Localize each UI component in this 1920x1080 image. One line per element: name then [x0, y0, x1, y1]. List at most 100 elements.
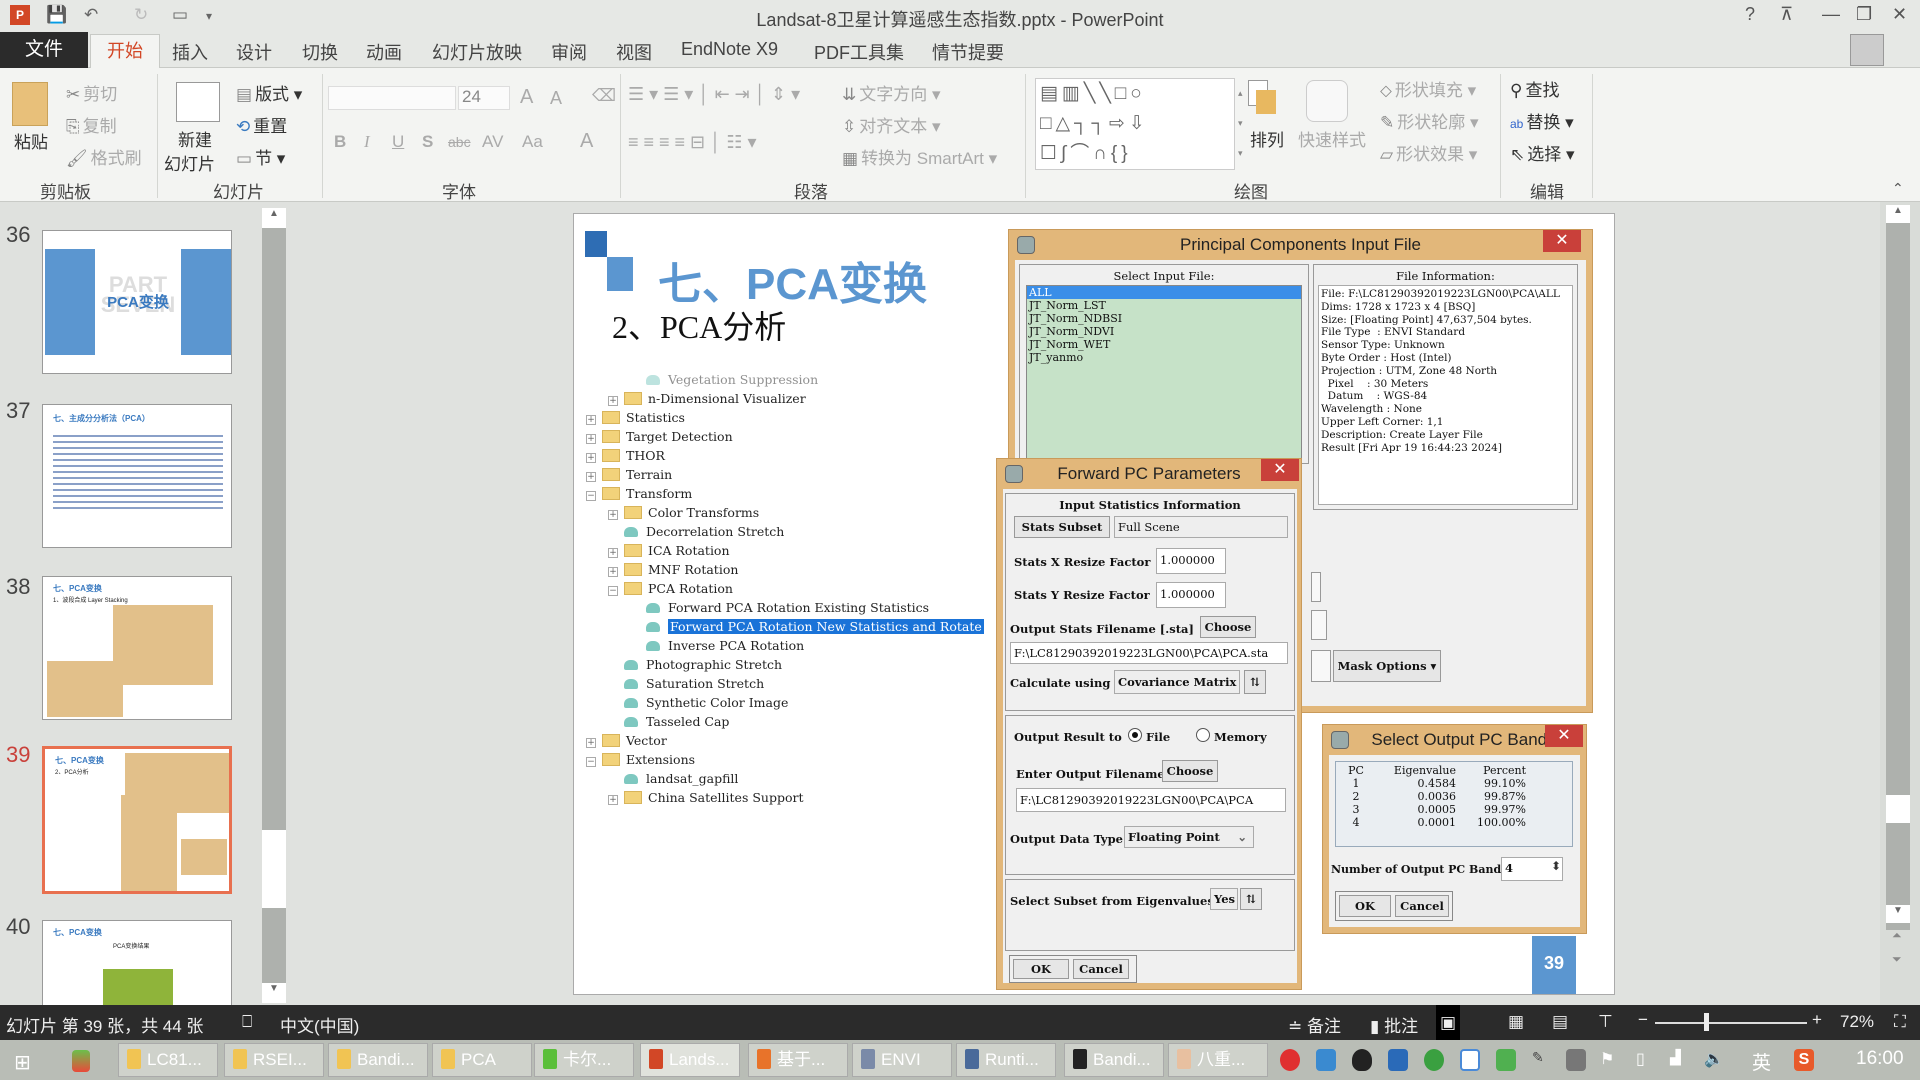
expand-icon[interactable]: + — [608, 548, 618, 558]
security-shield-icon[interactable] — [1496, 1049, 1516, 1071]
clock[interactable]: 16:00 — [1856, 1048, 1904, 1070]
input-file-item[interactable]: JT_Norm_NDVI — [1027, 325, 1301, 338]
tree-item[interactable]: Synthetic Color Image — [608, 695, 788, 710]
scrollbar-thumb[interactable] — [1886, 795, 1910, 823]
reading-view-icon[interactable]: ▤ — [1552, 1012, 1568, 1032]
intel-tray-icon[interactable] — [1316, 1049, 1336, 1071]
close-button[interactable]: ✕ — [1545, 725, 1583, 747]
scrollbar-thumb[interactable] — [262, 830, 286, 908]
notes-button[interactable]: ≐ 备注 — [1288, 1012, 1341, 1037]
change-case-button[interactable]: Aa — [522, 132, 543, 152]
cloud-drive-tray-icon[interactable] — [1460, 1049, 1480, 1071]
tab-design[interactable]: 设计 — [236, 39, 272, 65]
tree-item[interactable]: Photographic Stretch — [608, 657, 782, 672]
tree-item[interactable]: + China Satellites Support — [608, 790, 803, 805]
quick-styles-button[interactable]: 快速样式 — [1298, 126, 1366, 151]
scroll-up-icon[interactable]: ▲ — [262, 208, 286, 228]
close-button[interactable]: ✕ — [1261, 459, 1299, 481]
slide-thumbnail[interactable]: 七、PCA变换 1、波段合成 Layer Stacking — [42, 576, 232, 720]
choose-output-file-button[interactable]: Choose — [1162, 760, 1218, 782]
layout-button[interactable]: ▤ 版式 ▾ — [236, 80, 302, 105]
tree-item[interactable]: + THOR — [586, 448, 665, 463]
output-data-type-select[interactable]: Floating Point ⌄ — [1124, 826, 1254, 848]
mask-options-button[interactable]: Mask Options ▾ — [1333, 650, 1441, 682]
expand-icon[interactable]: + — [586, 738, 596, 748]
expand-icon[interactable]: + — [586, 453, 596, 463]
tree-item[interactable]: Tasseled Cap — [608, 714, 729, 729]
tab-storyboard[interactable]: 情节提要 — [932, 39, 1004, 65]
collapse-icon[interactable]: − — [586, 757, 596, 767]
display-icon[interactable] — [1566, 1049, 1586, 1071]
tree-item[interactable]: − Extensions — [586, 752, 695, 767]
taskbar-item[interactable]: ENVI — [852, 1043, 952, 1077]
shapes-gallery-scroll[interactable]: ▴ ▾ ▾ — [1238, 78, 1248, 170]
tree-item[interactable]: − PCA Rotation — [608, 581, 733, 596]
output-stats-filename-input[interactable]: F:\LC81290392019223LGN00\PCA\PCA.sta — [1010, 642, 1288, 664]
tab-transitions[interactable]: 切换 — [302, 39, 338, 65]
tree-item[interactable]: − Transform — [586, 486, 692, 501]
output-memory-radio[interactable] — [1196, 728, 1210, 742]
fit-to-window-icon[interactable]: ⛶ — [1894, 1012, 1906, 1032]
ok-button[interactable]: OK — [1339, 895, 1391, 917]
new-slide-button[interactable]: 新建 — [178, 126, 212, 151]
shapes-gallery[interactable]: ▤▥╲╲□○ □△┐┐⇨⇩ ☐∫⌒∩{} — [1035, 78, 1235, 170]
expand-icon[interactable]: + — [586, 434, 596, 444]
comments-button[interactable]: ▮ 批注 — [1370, 1012, 1418, 1037]
format-painter-button[interactable]: 🖌 格式刷 — [66, 144, 142, 169]
copy-button[interactable]: ⎘ 复制 — [66, 112, 117, 137]
replace-button[interactable]: ab 替换 ▾ — [1510, 108, 1574, 133]
tree-item[interactable]: + ICA Rotation — [608, 543, 730, 558]
slide-thumbnail-selected[interactable]: 七、PCA变换 2、PCA分析 — [42, 746, 232, 894]
reset-button[interactable]: ⟲ 重置 — [236, 112, 287, 137]
tab-home[interactable]: 开始 — [90, 34, 160, 69]
taskbar-item[interactable]: Bandi... — [1064, 1043, 1164, 1077]
select-button[interactable]: ⇖ 选择 ▾ — [1510, 140, 1575, 165]
cut-button[interactable]: ✂ 剪切 — [66, 80, 117, 105]
taskbar-item[interactable]: 八重... — [1168, 1043, 1268, 1077]
font-color-button[interactable]: A — [580, 130, 593, 153]
scroll-down-icon[interactable]: ▼ — [262, 983, 286, 1003]
taskbar-item[interactable]: LC81... — [118, 1043, 218, 1077]
italic-button[interactable]: I — [364, 132, 370, 152]
input-file-item[interactable]: ALL — [1027, 286, 1301, 299]
previous-slide-icon[interactable]: ⏶ — [1892, 928, 1902, 943]
new-slide-icon[interactable] — [176, 82, 220, 122]
tree-item[interactable]: + MNF Rotation — [608, 562, 738, 577]
tree-item[interactable]: + Terrain — [586, 467, 672, 482]
network-signal-icon[interactable]: ▟ — [1670, 1049, 1690, 1071]
tab-file[interactable]: 文件 — [0, 32, 88, 68]
zoom-slider[interactable] — [1655, 1022, 1807, 1024]
slide-sorter-icon[interactable]: ▦ — [1508, 1012, 1524, 1032]
tab-pdf-tools[interactable]: PDF工具集 — [814, 39, 904, 65]
alignment-icons[interactable]: ≡ ≡ ≡ ≡ ⊟ │ ☷ ▾ — [628, 132, 757, 153]
thumbnail-scrollbar[interactable]: ▲ ▼ — [262, 208, 286, 1003]
minimize-button[interactable]: — — [1822, 4, 1840, 25]
find-button[interactable]: ⚲ 查找 — [1510, 76, 1559, 101]
font-size-select[interactable]: 24 — [458, 86, 510, 110]
tree-item[interactable]: Saturation Stretch — [608, 676, 764, 691]
sogou-ime-icon[interactable]: S — [1794, 1049, 1814, 1071]
arrange-button[interactable]: 排列 — [1250, 126, 1284, 151]
cancel-button[interactable]: Cancel — [1395, 895, 1449, 917]
input-file-item[interactable]: JT_Norm_NDBSI — [1027, 312, 1301, 325]
slide-thumbnail[interactable]: 七、主成分分析法（PCA） — [42, 404, 232, 548]
shape-outline-button[interactable]: ✎ 形状轮廓 ▾ — [1380, 108, 1479, 133]
stats-y-resize-input[interactable]: 1.000000 — [1156, 582, 1226, 608]
collapse-icon[interactable]: − — [608, 586, 618, 596]
tree-item[interactable]: Vegetation Suppression — [630, 372, 818, 387]
normal-view-icon[interactable]: ▣ — [1436, 1005, 1460, 1040]
collapse-icon[interactable]: − — [586, 491, 596, 501]
input-file-list[interactable]: ALL JT_Norm_LST JT_Norm_NDBSI JT_Norm_NDVI J… — [1026, 285, 1302, 463]
ime-indicator[interactable]: 英 — [1752, 1048, 1771, 1075]
taskbar-item[interactable]: Bandi... — [328, 1043, 428, 1077]
input-file-item[interactable]: JT_Norm_WET — [1027, 338, 1301, 351]
ok-button[interactable]: OK — [1013, 959, 1069, 979]
output-file-radio[interactable] — [1128, 728, 1142, 742]
zoom-slider-thumb[interactable] — [1704, 1013, 1709, 1031]
collapse-ribbon-icon[interactable]: ⌃ — [1892, 180, 1904, 197]
taskbar-item[interactable]: Lands... — [640, 1043, 740, 1077]
toggle-calculate-icon[interactable]: ⇅ — [1244, 670, 1266, 694]
tree-item[interactable]: + Statistics — [586, 410, 685, 425]
paste-icon[interactable] — [12, 82, 48, 126]
input-file-item[interactable]: JT_Norm_LST — [1027, 299, 1301, 312]
